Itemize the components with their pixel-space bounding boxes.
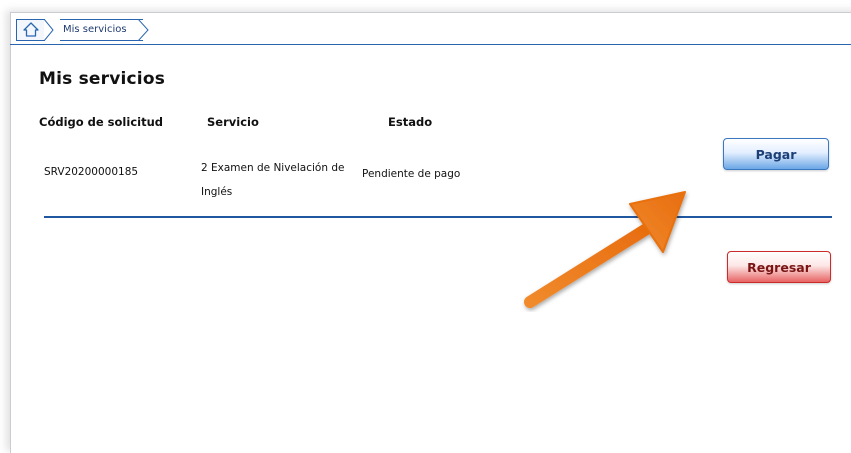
annotation-arrow-icon	[524, 191, 686, 308]
table-divider	[44, 216, 832, 218]
pay-button[interactable]: Pagar	[723, 138, 829, 170]
column-header-code: Código de solicitud	[39, 115, 163, 129]
breadcrumb-current[interactable]: Mis servicios	[60, 19, 143, 41]
breadcrumb-home[interactable]	[16, 19, 45, 41]
service-name: 2 Examen de Nivelación de Inglés	[201, 162, 345, 198]
breadcrumb: Mis servicios	[10, 12, 851, 45]
column-header-service: Servicio	[207, 115, 259, 129]
column-header-status: Estado	[388, 115, 433, 129]
status-text: Pendiente de pago	[362, 168, 461, 180]
breadcrumb-end-icon	[138, 19, 149, 41]
page-title: Mis servicios	[39, 69, 166, 89]
back-button[interactable]: Regresar	[727, 251, 831, 283]
request-code: SRV20200000185	[44, 166, 139, 178]
home-icon	[23, 22, 39, 37]
